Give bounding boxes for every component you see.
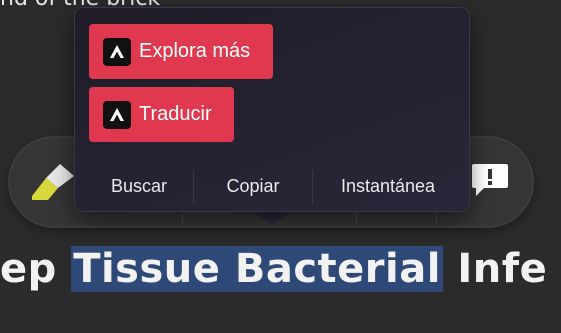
translate-label: Traducir (139, 103, 212, 125)
heading-text-before: ep (0, 246, 72, 292)
selected-text: Tissue Bacterial (71, 246, 443, 292)
explore-more-button[interactable]: Explora más (89, 24, 273, 79)
translate-button[interactable]: Traducir (89, 87, 234, 142)
search-button[interactable]: Buscar (85, 158, 193, 214)
explore-more-label: Explora más (139, 40, 251, 62)
eraser-icon[interactable] (30, 162, 80, 202)
app-logo-icon (103, 100, 131, 129)
heading-text-after: Infe (442, 246, 548, 292)
app-logo-icon (103, 37, 131, 66)
copy-button[interactable]: Copiar (194, 158, 312, 214)
popup-tab-row: Buscar Copiar Instantánea (75, 158, 469, 214)
feedback-icon[interactable] (470, 160, 510, 200)
selection-popup: Explora más Traducir Buscar Copiar Insta… (75, 8, 469, 211)
article-heading: ep Tissue Bacterial Infe (0, 240, 547, 298)
snapshot-button[interactable]: Instantánea (313, 158, 463, 214)
